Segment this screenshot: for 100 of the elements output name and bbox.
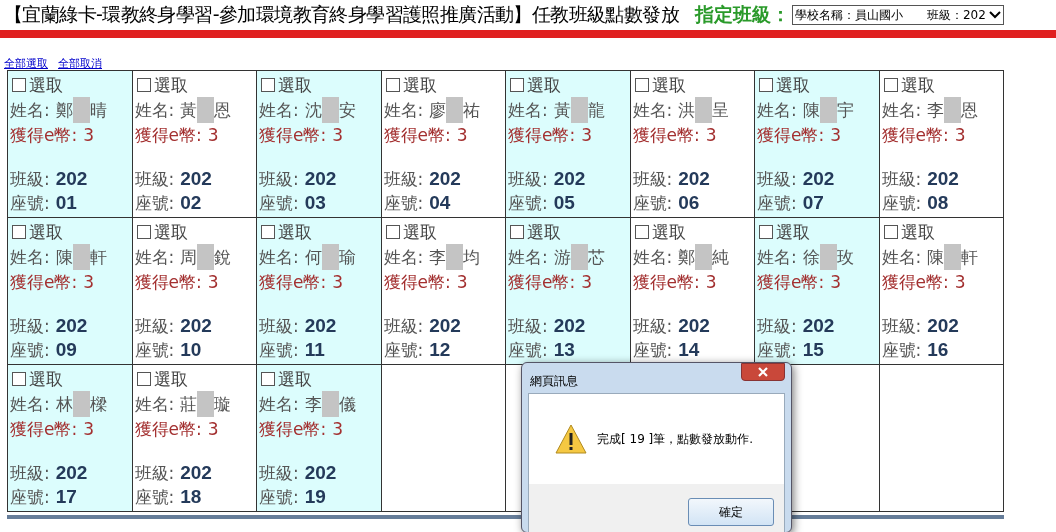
select-checkbox[interactable]: 選取 <box>10 220 63 244</box>
class-value: 202 <box>55 461 88 485</box>
class-value: 202 <box>678 314 710 338</box>
select-checkbox[interactable]: 選取 <box>134 73 188 97</box>
coins-label: 獲得e幣: <box>134 124 202 147</box>
select-checkbox[interactable]: 選取 <box>134 367 188 391</box>
redaction-block <box>695 97 713 123</box>
class-label: 班級: <box>259 168 299 191</box>
class-label: 班級: <box>134 462 175 485</box>
seat-label: 座號: <box>881 339 922 362</box>
coins-value: 3 <box>581 271 592 294</box>
coins-value: 3 <box>954 271 966 294</box>
class-value: 202 <box>927 314 959 338</box>
class-value: 202 <box>304 461 337 485</box>
seat-label: 座號: <box>508 192 548 215</box>
name-text: 龍 <box>587 99 605 122</box>
close-button[interactable] <box>741 363 785 381</box>
redaction-block <box>446 244 464 270</box>
select-checkbox[interactable]: 選取 <box>383 73 437 97</box>
coins-value: 3 <box>83 271 94 294</box>
class-value: 202 <box>678 167 710 191</box>
seat-label: 座號: <box>10 339 50 362</box>
redaction-block <box>321 97 339 123</box>
select-checkbox[interactable]: 選取 <box>10 73 63 97</box>
select-checkbox[interactable]: 選取 <box>632 220 686 244</box>
select-checkbox[interactable]: 選取 <box>10 367 63 391</box>
name-label: 姓名: <box>881 99 922 122</box>
name-text: 純 <box>712 246 730 269</box>
name-text: 何 <box>304 246 322 269</box>
name-text: 沈 <box>304 99 322 122</box>
ok-button[interactable]: 確定 <box>688 498 774 526</box>
seat-label: 座號: <box>757 339 797 362</box>
select-checkbox[interactable]: 選取 <box>259 220 312 244</box>
class-value: 202 <box>927 167 959 191</box>
seat-label: 座號: <box>134 486 175 509</box>
name-text: 黃 <box>553 99 571 122</box>
name-text: 軒 <box>961 246 979 269</box>
class-value: 202 <box>180 461 212 485</box>
warning-icon <box>555 424 587 454</box>
redaction-block <box>197 244 215 270</box>
select-checkbox[interactable]: 選取 <box>259 367 312 391</box>
name-text: 李 <box>429 246 447 269</box>
redaction-block <box>197 97 215 123</box>
coins-value: 3 <box>83 418 94 441</box>
class-value: 202 <box>802 314 835 338</box>
seat-value: 19 <box>304 485 326 509</box>
class-select[interactable]: 學校名稱：員山國小 班級：202 <box>791 5 1004 25</box>
coins-value: 3 <box>456 271 468 294</box>
name-text: 晴 <box>89 99 107 122</box>
select-checkbox[interactable]: 選取 <box>259 73 312 97</box>
redaction-block <box>72 391 90 417</box>
class-label: 班級: <box>508 168 548 191</box>
coins-label: 獲得e幣: <box>757 124 825 147</box>
coins-value: 3 <box>207 124 219 147</box>
select-checkbox[interactable]: 選取 <box>881 220 935 244</box>
redaction-block <box>695 244 713 270</box>
name-label: 姓名: <box>134 246 175 269</box>
select-checkbox[interactable]: 選取 <box>383 220 437 244</box>
select-checkbox[interactable]: 選取 <box>134 220 188 244</box>
class-label: 班級: <box>134 315 175 338</box>
redaction-block <box>819 244 837 270</box>
coins-value: 3 <box>332 124 343 147</box>
seat-label: 座號: <box>881 192 922 215</box>
seat-value: 14 <box>678 338 700 362</box>
name-text: 周 <box>180 246 198 269</box>
coins-value: 3 <box>332 418 343 441</box>
select-checkbox[interactable]: 選取 <box>508 220 561 244</box>
redaction-block <box>819 97 837 123</box>
select-checkbox[interactable]: 選取 <box>757 220 810 244</box>
name-label: 姓名: <box>259 99 299 122</box>
name-text: 樑 <box>89 393 107 416</box>
class-value: 202 <box>180 314 212 338</box>
redaction-block <box>446 97 464 123</box>
seat-value: 12 <box>429 338 451 362</box>
name-text: 軒 <box>89 246 107 269</box>
class-value: 202 <box>429 314 461 338</box>
class-label: 班級: <box>632 315 673 338</box>
select-checkbox[interactable]: 選取 <box>632 73 686 97</box>
name-text: 洪 <box>678 99 696 122</box>
class-label: 班級: <box>10 315 50 338</box>
class-value: 202 <box>304 167 337 191</box>
coins-label: 獲得e幣: <box>757 271 825 294</box>
coins-label: 獲得e幣: <box>10 271 78 294</box>
dialog-message: 完成[ 19 ]筆，點數發放動作. <box>597 430 754 448</box>
class-value: 202 <box>180 167 212 191</box>
seat-value: 04 <box>429 191 451 215</box>
seat-label: 座號: <box>632 192 673 215</box>
name-label: 姓名: <box>134 99 175 122</box>
select-checkbox[interactable]: 選取 <box>757 73 810 97</box>
seat-label: 座號: <box>757 192 797 215</box>
class-value: 202 <box>802 167 835 191</box>
seat-label: 座號: <box>383 192 424 215</box>
seat-value: 05 <box>553 191 575 215</box>
select-checkbox[interactable]: 選取 <box>881 73 935 97</box>
link[interactable]: 全部選取 <box>4 56 48 70</box>
link[interactable]: 全部取消 <box>58 56 102 70</box>
coins-label: 獲得e幣: <box>10 124 78 147</box>
select-checkbox[interactable]: 選取 <box>508 73 561 97</box>
seat-label: 座號: <box>134 339 175 362</box>
name-label: 姓名: <box>757 246 797 269</box>
